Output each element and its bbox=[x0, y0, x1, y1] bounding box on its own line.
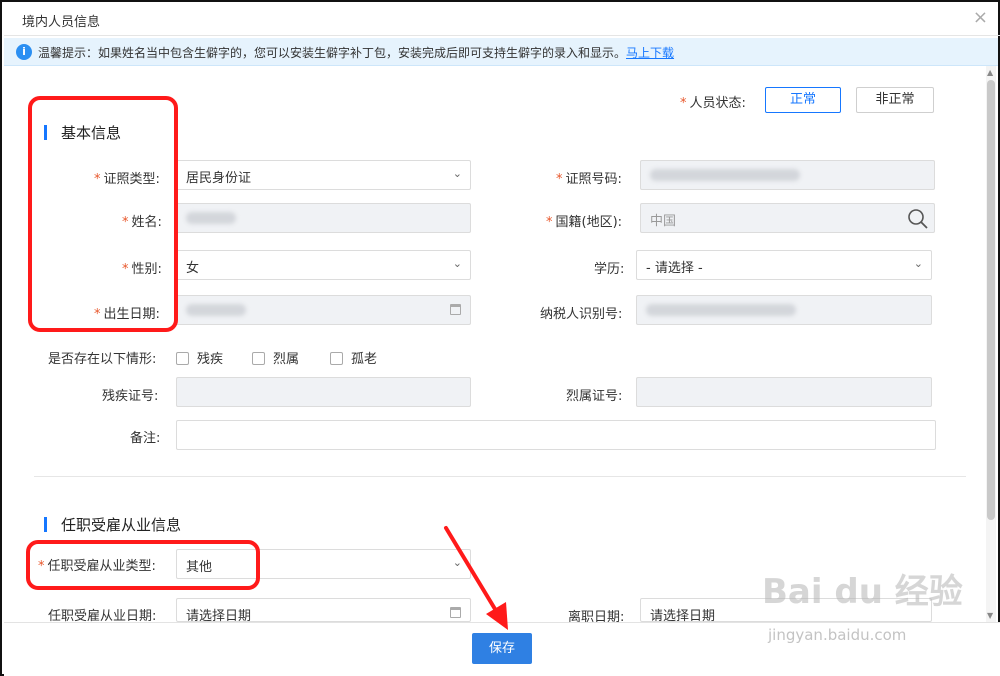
status-normal-button[interactable]: 正常 bbox=[765, 87, 841, 113]
id-number-label-text: 证照号码: bbox=[565, 172, 622, 187]
taxpayer-id-label-text: 纳税人识别号: bbox=[540, 307, 623, 322]
education-value: - 请选择 - bbox=[646, 261, 703, 276]
redacted-value bbox=[650, 168, 800, 181]
checkbox-box[interactable] bbox=[252, 352, 265, 365]
checkbox-elderly-label: 孤老 bbox=[351, 352, 378, 367]
status-label: * 人员状态: bbox=[680, 92, 746, 111]
employment-date-picker[interactable]: 请选择日期 bbox=[176, 598, 471, 624]
required-mark: * bbox=[122, 262, 129, 277]
nationality-label-text: 国籍(地区): bbox=[555, 215, 623, 230]
status-label-text: 人员状态: bbox=[689, 96, 746, 111]
nationality-field[interactable]: 中国 bbox=[640, 203, 935, 233]
calendar-icon bbox=[450, 607, 461, 618]
scroll-down-icon[interactable]: ▼ bbox=[987, 611, 993, 620]
section-basic-title: 基本信息 bbox=[61, 124, 122, 142]
dialog-titlebar: 境内人员信息 × bbox=[4, 4, 1000, 36]
tip-message: 温馨提示：如果姓名当中包含生僻字的，您可以安装生僻字补丁包，安装完成后即可支持生… bbox=[38, 46, 627, 60]
gender-value: 女 bbox=[186, 261, 200, 276]
required-mark: * bbox=[122, 215, 129, 230]
chevron-down-icon: ⌄ bbox=[452, 257, 462, 270]
info-icon: i bbox=[16, 44, 32, 60]
education-select[interactable]: - 请选择 - ⌄ bbox=[636, 250, 932, 280]
close-icon[interactable]: × bbox=[973, 8, 988, 28]
taxpayer-id-label: 纳税人识别号: bbox=[540, 303, 622, 322]
search-icon[interactable] bbox=[906, 207, 930, 231]
checkbox-disability-label: 残疾 bbox=[197, 352, 224, 367]
section-employment-title: 任职受雇从业信息 bbox=[61, 516, 182, 534]
scroll-up-icon[interactable]: ▲ bbox=[987, 68, 993, 77]
checkbox-box[interactable] bbox=[176, 352, 189, 365]
nationality-value: 中国 bbox=[650, 214, 677, 229]
gender-select[interactable]: 女 ⌄ bbox=[176, 250, 471, 280]
name-label: * 姓名: bbox=[122, 211, 162, 230]
birth-date-field bbox=[176, 295, 471, 325]
disability-cert-label: 残疾证号: bbox=[102, 389, 159, 404]
dialog-title: 境内人员信息 bbox=[22, 15, 101, 30]
redacted-value bbox=[646, 303, 796, 316]
remarks-input[interactable] bbox=[176, 420, 936, 450]
required-mark: * bbox=[94, 307, 101, 322]
required-mark: * bbox=[94, 172, 101, 187]
section-employment-info: 任职受雇从业信息 bbox=[44, 514, 181, 535]
chevron-down-icon: ⌄ bbox=[452, 556, 462, 569]
chevron-down-icon: ⌄ bbox=[913, 257, 923, 270]
education-label-text: 学历: bbox=[594, 262, 625, 277]
name-label-text: 姓名: bbox=[131, 215, 162, 230]
id-number-field bbox=[640, 160, 935, 190]
required-mark: * bbox=[680, 96, 687, 111]
section-divider bbox=[34, 476, 966, 477]
required-mark: * bbox=[38, 559, 45, 574]
save-button[interactable]: 保存 bbox=[472, 633, 532, 664]
nationality-label: * 国籍(地区): bbox=[546, 211, 622, 230]
employment-type-select[interactable]: 其他 ⌄ bbox=[176, 549, 471, 579]
employment-type-label: * 任职受雇从业类型: bbox=[38, 555, 156, 574]
taxpayer-id-field bbox=[636, 295, 932, 325]
employment-type-label-text: 任职受雇从业类型: bbox=[47, 559, 156, 574]
checkbox-elderly-alone[interactable]: 孤老 bbox=[330, 348, 377, 367]
checkbox-box[interactable] bbox=[330, 352, 343, 365]
disability-cert-field bbox=[176, 377, 471, 407]
chevron-down-icon: ⌄ bbox=[452, 167, 462, 180]
tip-banner: i 温馨提示：如果姓名当中包含生僻字的，您可以安装生僻字补丁包，安装完成后即可支… bbox=[4, 38, 998, 66]
leave-date-picker[interactable]: 请选择日期 bbox=[640, 598, 932, 624]
scrollbar-thumb[interactable] bbox=[987, 80, 995, 520]
id-type-value: 居民身份证 bbox=[186, 171, 252, 186]
section-marker bbox=[44, 125, 47, 140]
id-type-label: * 证照类型: bbox=[94, 168, 160, 187]
id-type-label-text: 证照类型: bbox=[103, 172, 160, 187]
checkbox-disability[interactable]: 残疾 bbox=[176, 348, 223, 367]
required-mark: * bbox=[546, 215, 553, 230]
status-abnormal-button[interactable]: 非正常 bbox=[856, 87, 934, 113]
id-type-select[interactable]: 居民身份证 ⌄ bbox=[176, 160, 471, 190]
section-basic-info: 基本信息 bbox=[44, 122, 121, 143]
download-link[interactable]: 马上下载 bbox=[626, 46, 674, 60]
birth-date-label: * 出生日期: bbox=[94, 303, 160, 322]
birth-date-label-text: 出生日期: bbox=[103, 307, 160, 322]
redacted-value bbox=[186, 211, 236, 224]
checkbox-martyr-family[interactable]: 烈属 bbox=[252, 348, 299, 367]
remarks-label: 备注: bbox=[130, 431, 161, 446]
tip-text: 温馨提示：如果姓名当中包含生僻字的，您可以安装生僻字补丁包，安装完成后即可支持生… bbox=[38, 44, 674, 61]
martyr-cert-label: 烈属证号: bbox=[566, 389, 623, 404]
id-number-label: * 证照号码: bbox=[556, 168, 622, 187]
calendar-icon bbox=[450, 304, 461, 315]
education-label: 学历: bbox=[594, 258, 624, 277]
name-field bbox=[176, 203, 471, 233]
checkbox-martyr-label: 烈属 bbox=[273, 352, 300, 367]
dialog-window: 境内人员信息 × i 温馨提示：如果姓名当中包含生僻字的，您可以安装生僻字补丁包… bbox=[0, 0, 1000, 676]
section-marker bbox=[44, 517, 47, 532]
situations-label: 是否存在以下情形: bbox=[48, 352, 157, 367]
redacted-value bbox=[186, 303, 246, 316]
required-mark: * bbox=[556, 172, 563, 187]
gender-label: * 性别: bbox=[122, 258, 162, 277]
vertical-scrollbar[interactable]: ▲ ▼ bbox=[986, 66, 996, 622]
employment-type-value: 其他 bbox=[186, 560, 213, 575]
gender-label-text: 性别: bbox=[131, 262, 162, 277]
martyr-cert-field bbox=[636, 377, 932, 407]
